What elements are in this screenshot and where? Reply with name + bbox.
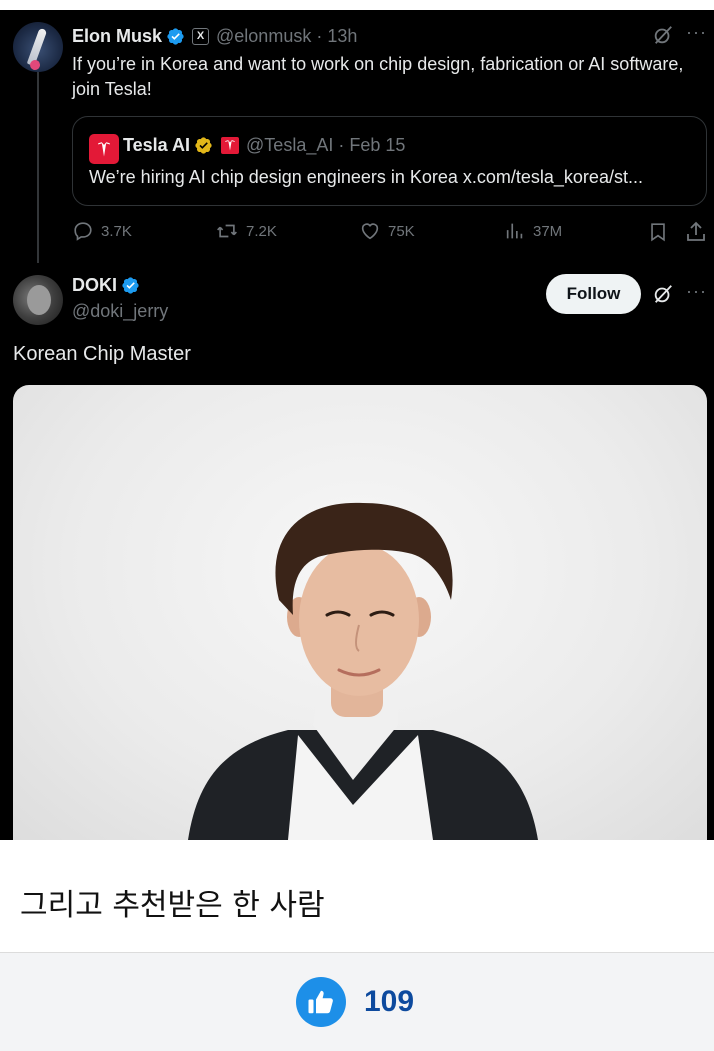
reply-icon [74,222,92,241]
quote-header: Tesla AI @Tesla_AI · Feb 15 [123,135,405,156]
quote-text: We’re hiring AI chip design engineers in… [89,167,643,187]
recommend-count: 109 [364,985,415,1018]
author-name[interactable]: DOKI [72,275,117,296]
post-doki[interactable]: DOKI @doki_jerry Follow ··· Korean Chip … [0,263,714,840]
repost-icon [217,224,237,238]
tweet-elon[interactable]: Elon Musk X @elonmusk · 13h ··· If you’r… [0,10,714,277]
views-count: 37M [533,222,563,240]
quote-author-handle[interactable]: @Tesla_AI [246,135,333,156]
post-header: DOKI [72,275,140,296]
grok-icon[interactable] [652,24,674,46]
like-button[interactable]: 75K [359,220,415,242]
avatar[interactable] [13,22,63,72]
thumbs-up-icon [308,990,333,1014]
like-count: 75K [388,222,415,240]
tweet-header: Elon Musk X @elonmusk · 13h [72,24,357,48]
more-options-icon[interactable]: ··· [686,281,707,302]
top-strip [0,0,714,10]
follow-button[interactable]: Follow [546,274,641,314]
tweet-text: If you’re in Korea and want to work on c… [72,54,684,99]
like-bar: 109 [0,953,714,1051]
more-options-icon[interactable]: ··· [686,22,707,43]
separator: · [316,25,323,46]
repost-count: 7.2K [246,222,277,240]
verified-badge-icon [122,277,139,294]
post-photo[interactable] [13,385,707,840]
quoted-tweet[interactable]: Tesla AI @Tesla_AI · Feb 15 We’re hiring… [72,116,707,206]
post-text: Korean Chip Master [13,343,191,365]
affiliate-x-badge: X [192,27,210,45]
grok-icon[interactable] [652,283,674,305]
reply-count: 3.7K [101,222,132,240]
share-icon[interactable] [684,220,708,244]
quote-date[interactable]: Feb 15 [349,135,405,156]
verified-badge-icon [167,27,184,45]
avatar[interactable] [13,275,63,325]
separator: · [338,135,345,155]
thumbs-up-button[interactable] [296,977,346,1027]
portrait-image [188,502,538,840]
caption-text: 그리고 추천받은 한 사람 [20,888,325,923]
bookmark-icon[interactable] [647,221,669,243]
views-button[interactable]: 37M [504,220,562,242]
action-bar: 3.7K 7.2K 75K 37M [72,220,712,246]
author-handle[interactable]: @doki_jerry [72,301,168,322]
quote-author-name[interactable]: Tesla AI [123,135,190,156]
thread-line [37,72,39,277]
analytics-icon [506,223,523,239]
timestamp[interactable]: 13h [327,26,357,47]
repost-button[interactable]: 7.2K [215,220,277,242]
reply-button[interactable]: 3.7K [72,220,132,242]
author-handle[interactable]: @elonmusk [216,26,311,47]
verified-gold-badge-icon [195,137,212,154]
author-name[interactable]: Elon Musk [72,26,162,47]
tesla-logo-icon [89,134,119,164]
tesla-affiliate-icon [221,137,240,154]
caption-block: 그리고 추천받은 한 사람 [0,840,714,952]
heart-icon [361,223,379,240]
